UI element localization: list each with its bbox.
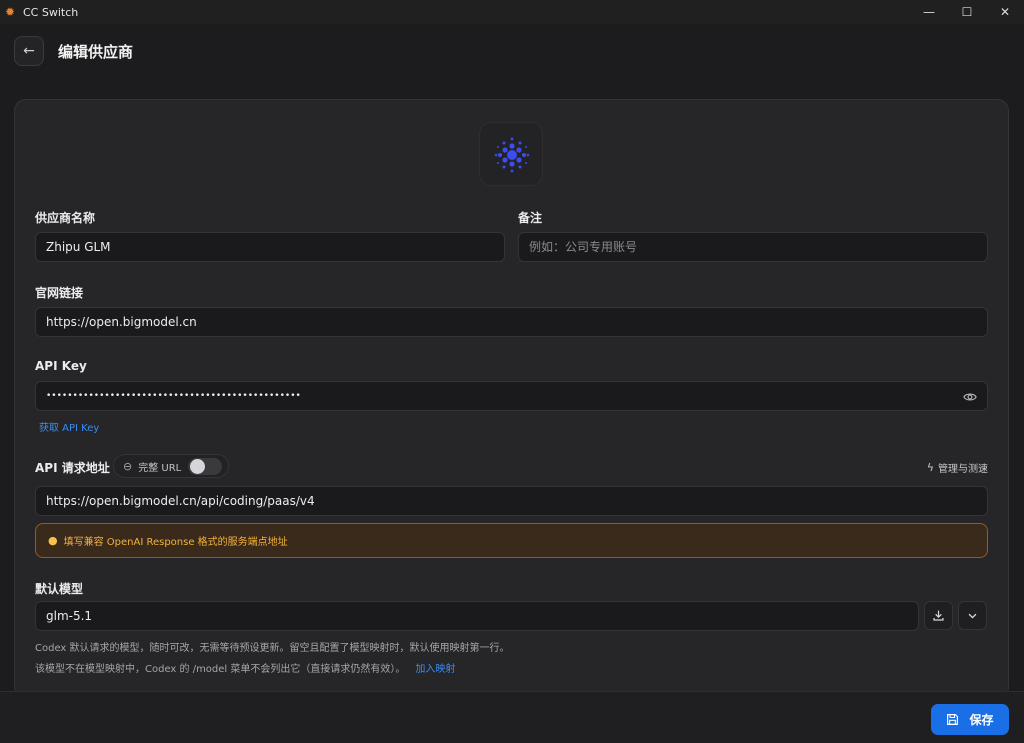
website-field[interactable] xyxy=(35,307,988,337)
full-url-toggle-label: 完整 URL xyxy=(138,462,182,474)
minimize-icon[interactable]: — xyxy=(910,0,948,24)
provider-logo[interactable] xyxy=(479,122,543,186)
save-icon xyxy=(947,714,959,725)
endpoint-hint-banner: ● 填写兼容 OpenAI Response 格式的服务端点地址 xyxy=(35,523,988,558)
api-url-label: API 请求地址 xyxy=(35,461,110,475)
default-model-input[interactable] xyxy=(46,609,918,623)
download-icon xyxy=(933,610,944,621)
title-bar: ✹ CC Switch — ☐ ✕ xyxy=(0,0,1024,24)
lightning-icon: ϟ xyxy=(926,461,934,474)
close-icon[interactable]: ✕ xyxy=(986,0,1024,24)
link-icon: ⊖ xyxy=(123,459,133,473)
footer-bar xyxy=(0,691,1024,743)
save-button[interactable]: 保存 xyxy=(931,704,1009,735)
fetch-models-button[interactable] xyxy=(924,601,953,630)
maximize-icon[interactable]: ☐ xyxy=(948,0,986,24)
lightbulb-icon: ● xyxy=(48,534,58,547)
full-url-switch[interactable] xyxy=(188,458,222,475)
notes-field[interactable] xyxy=(518,232,988,262)
provider-name-input[interactable] xyxy=(46,240,504,254)
api-key-field[interactable]: ••••••••••••••••••••••••••••••••••••••••… xyxy=(35,381,988,411)
api-key-masked-value[interactable]: ••••••••••••••••••••••••••••••••••••••••… xyxy=(46,391,301,401)
page-header: ← 编辑供应商 xyxy=(14,36,133,66)
arrow-left-icon: ← xyxy=(23,43,35,59)
eye-icon[interactable] xyxy=(963,390,977,404)
website-label: 官网链接 xyxy=(35,286,84,300)
model-mapping-hint-text: 该模型不在模型映射中，Codex 的 /model 菜单不会列出它（直接请求仍然… xyxy=(35,664,406,675)
zhipu-logo-icon xyxy=(494,137,530,173)
default-model-label: 默认模型 xyxy=(35,582,84,596)
provider-name-field[interactable] xyxy=(35,232,505,262)
model-dropdown-button[interactable] xyxy=(958,601,987,630)
api-url-input[interactable] xyxy=(46,494,987,508)
window-controls: — ☐ ✕ xyxy=(910,0,1024,24)
chevron-down-icon xyxy=(968,613,977,619)
default-model-hint: Codex 默认请求的模型，随时可改，无需等待预设更新。留空且配置了模型映射时，… xyxy=(35,643,510,654)
get-api-key-link[interactable]: 获取 API Key xyxy=(39,419,99,434)
manage-and-test-link[interactable]: ϟ 管理与测速 xyxy=(927,460,988,475)
page-title: 编辑供应商 xyxy=(58,42,134,61)
add-mapping-link[interactable]: 加入映射 xyxy=(415,664,455,675)
save-button-label: 保存 xyxy=(969,713,994,727)
notes-label: 备注 xyxy=(518,211,543,225)
full-url-toggle[interactable]: ⊖ 完整 URL xyxy=(113,454,229,478)
app-title: CC Switch xyxy=(23,5,79,19)
endpoint-hint-text: 填写兼容 OpenAI Response 格式的服务端点地址 xyxy=(63,537,288,548)
default-model-field[interactable] xyxy=(35,601,919,631)
website-input[interactable] xyxy=(46,315,987,329)
provider-name-label: 供应商名称 xyxy=(35,211,96,225)
back-button[interactable]: ← xyxy=(14,36,44,66)
api-key-label: API Key xyxy=(35,359,87,373)
notes-input[interactable] xyxy=(529,240,987,254)
switch-knob xyxy=(190,459,205,474)
app-logo-icon: ✹ xyxy=(5,5,16,19)
manage-and-test-label: 管理与测速 xyxy=(938,464,988,475)
api-url-field[interactable] xyxy=(35,486,988,516)
model-mapping-hint: 该模型不在模型映射中，Codex 的 /model 菜单不会列出它（直接请求仍然… xyxy=(35,660,455,675)
